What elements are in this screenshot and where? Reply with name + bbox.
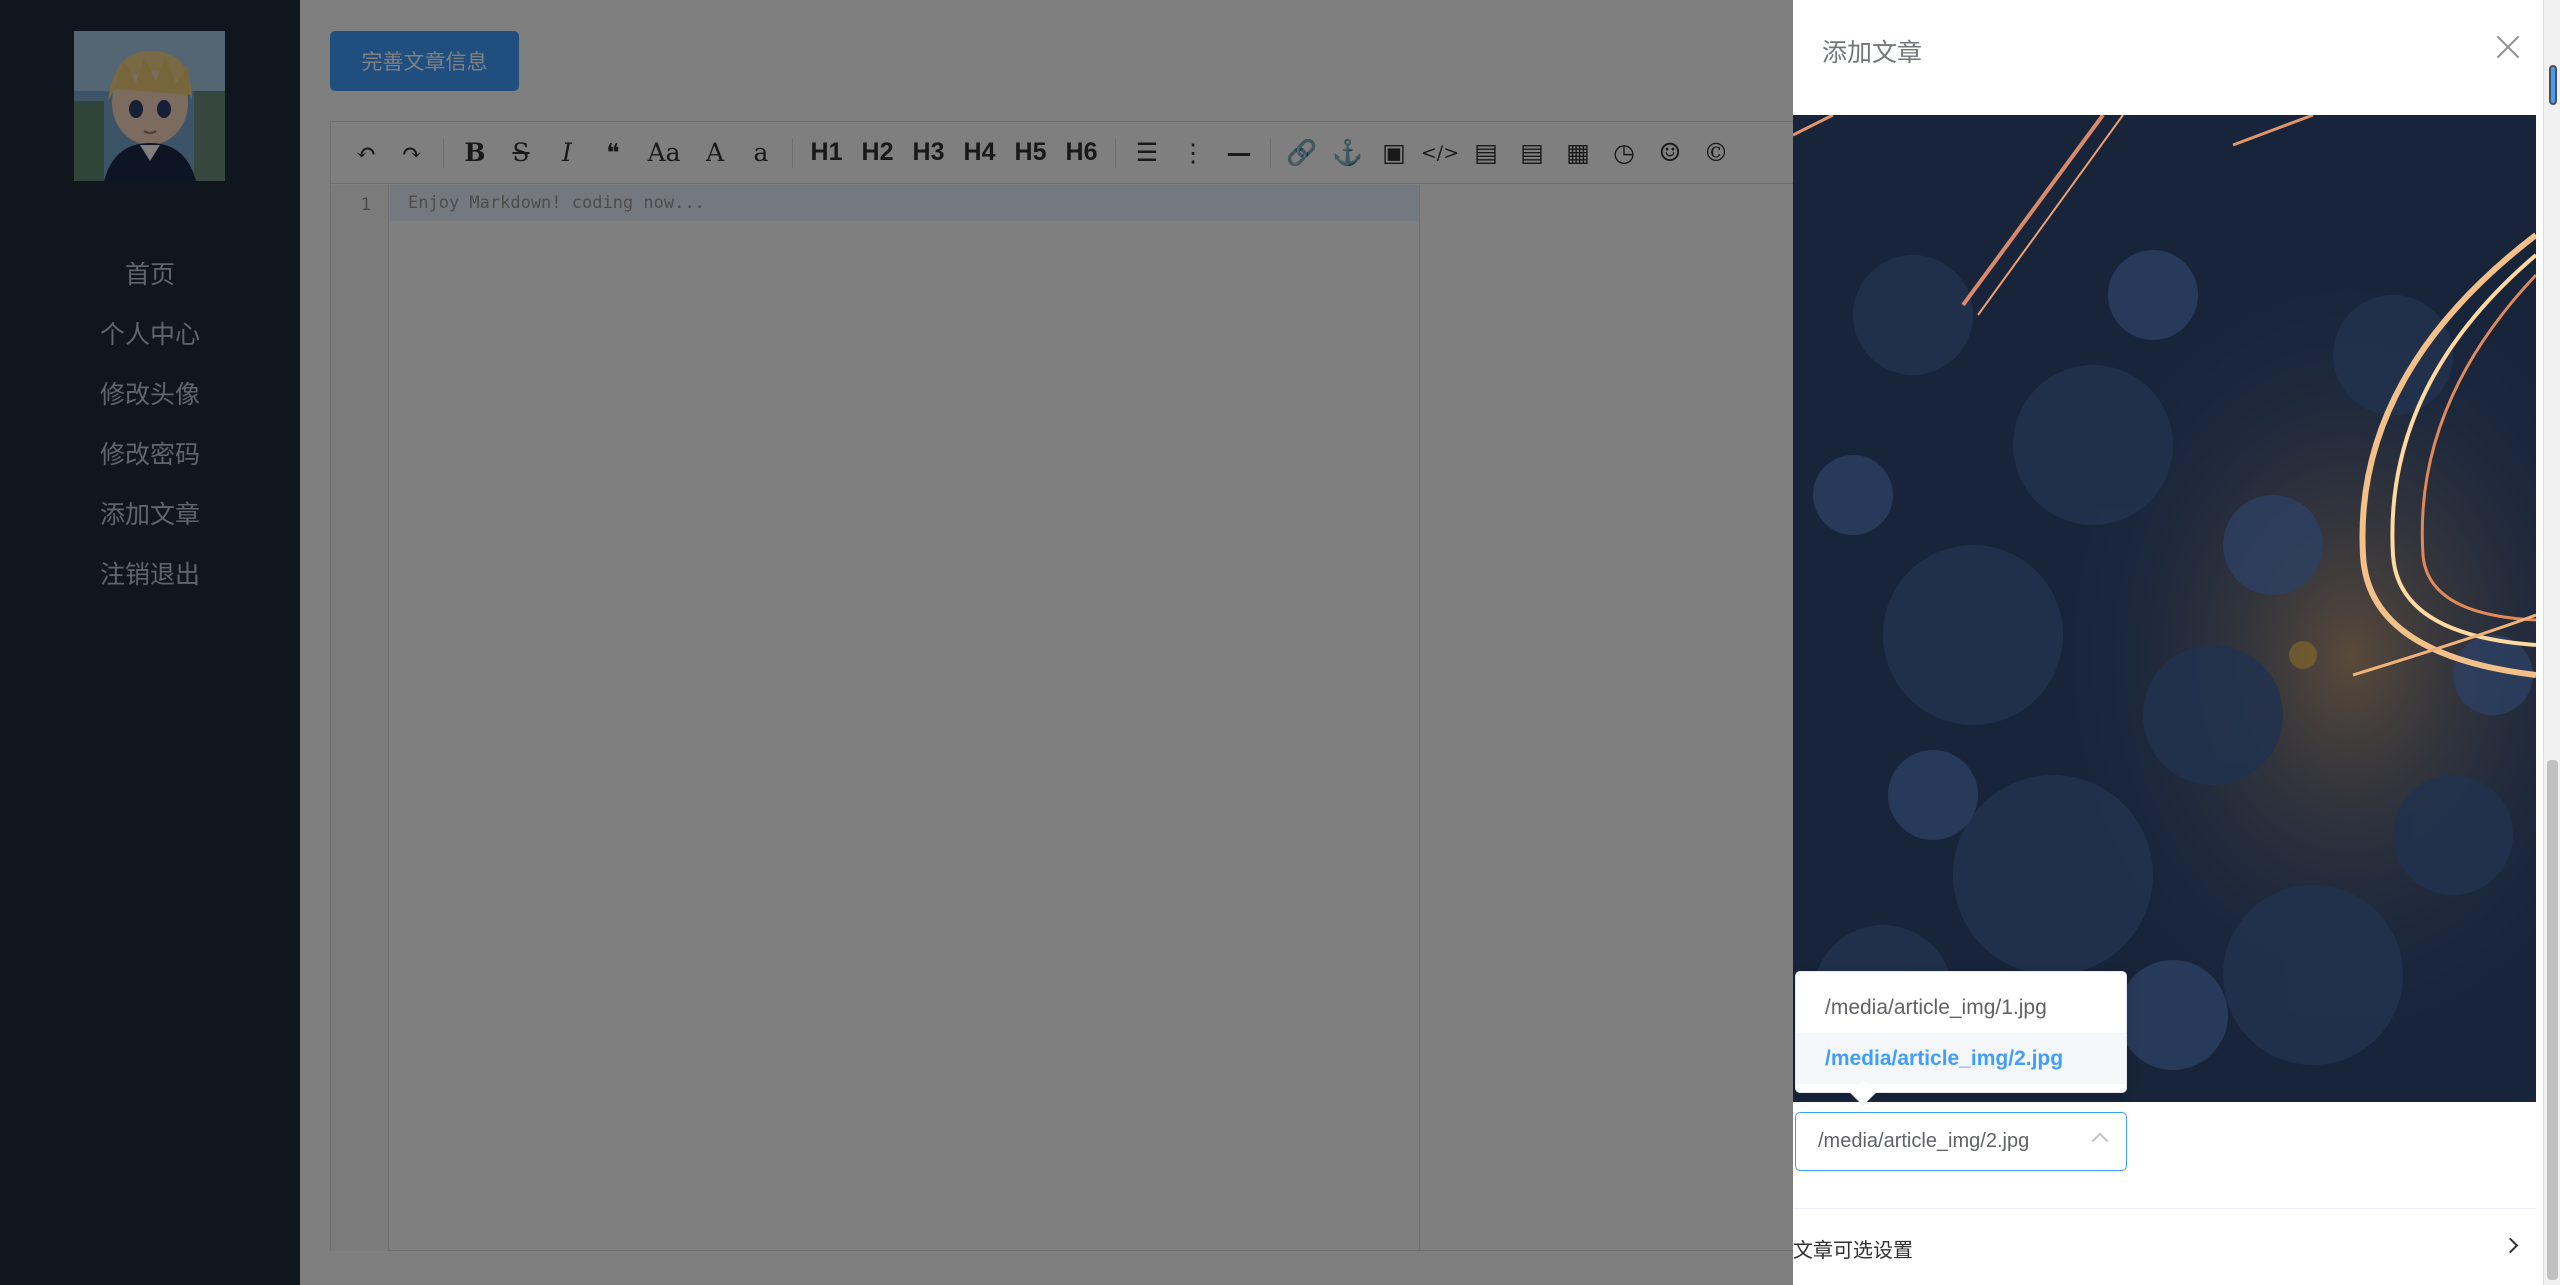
select-value: /media/article_img/2.jpg <box>1818 1130 2030 1152</box>
select-option[interactable]: /media/article_img/1.jpg <box>1796 982 2126 1033</box>
add-article-drawer: 添加文章 /media/article_img/1.jpg /media/art… <box>1793 0 2560 1285</box>
close-icon[interactable] <box>2493 32 2523 62</box>
chevron-up-icon <box>2091 1132 2109 1150</box>
article-cover-preview <box>1793 115 2536 1102</box>
chevron-right-icon[interactable] <box>2502 1237 2519 1254</box>
cover-image-select[interactable]: /media/article_img/2.jpg <box>1795 1112 2127 1171</box>
cover-select-dropdown: /media/article_img/1.jpg /media/article_… <box>1795 971 2127 1106</box>
scroll-indicator <box>2549 65 2557 105</box>
page-scrollbar[interactable] <box>2543 0 2560 1285</box>
divider <box>1793 1208 2536 1209</box>
cover-image <box>1793 115 2536 1102</box>
scrollbar-thumb[interactable] <box>2547 760 2558 1280</box>
drawer-title: 添加文章 <box>1822 38 1923 67</box>
select-option-selected[interactable]: /media/article_img/2.jpg <box>1796 1033 2126 1084</box>
optional-settings-collapse[interactable]: 文章可选设置 <box>1793 1234 1913 1263</box>
